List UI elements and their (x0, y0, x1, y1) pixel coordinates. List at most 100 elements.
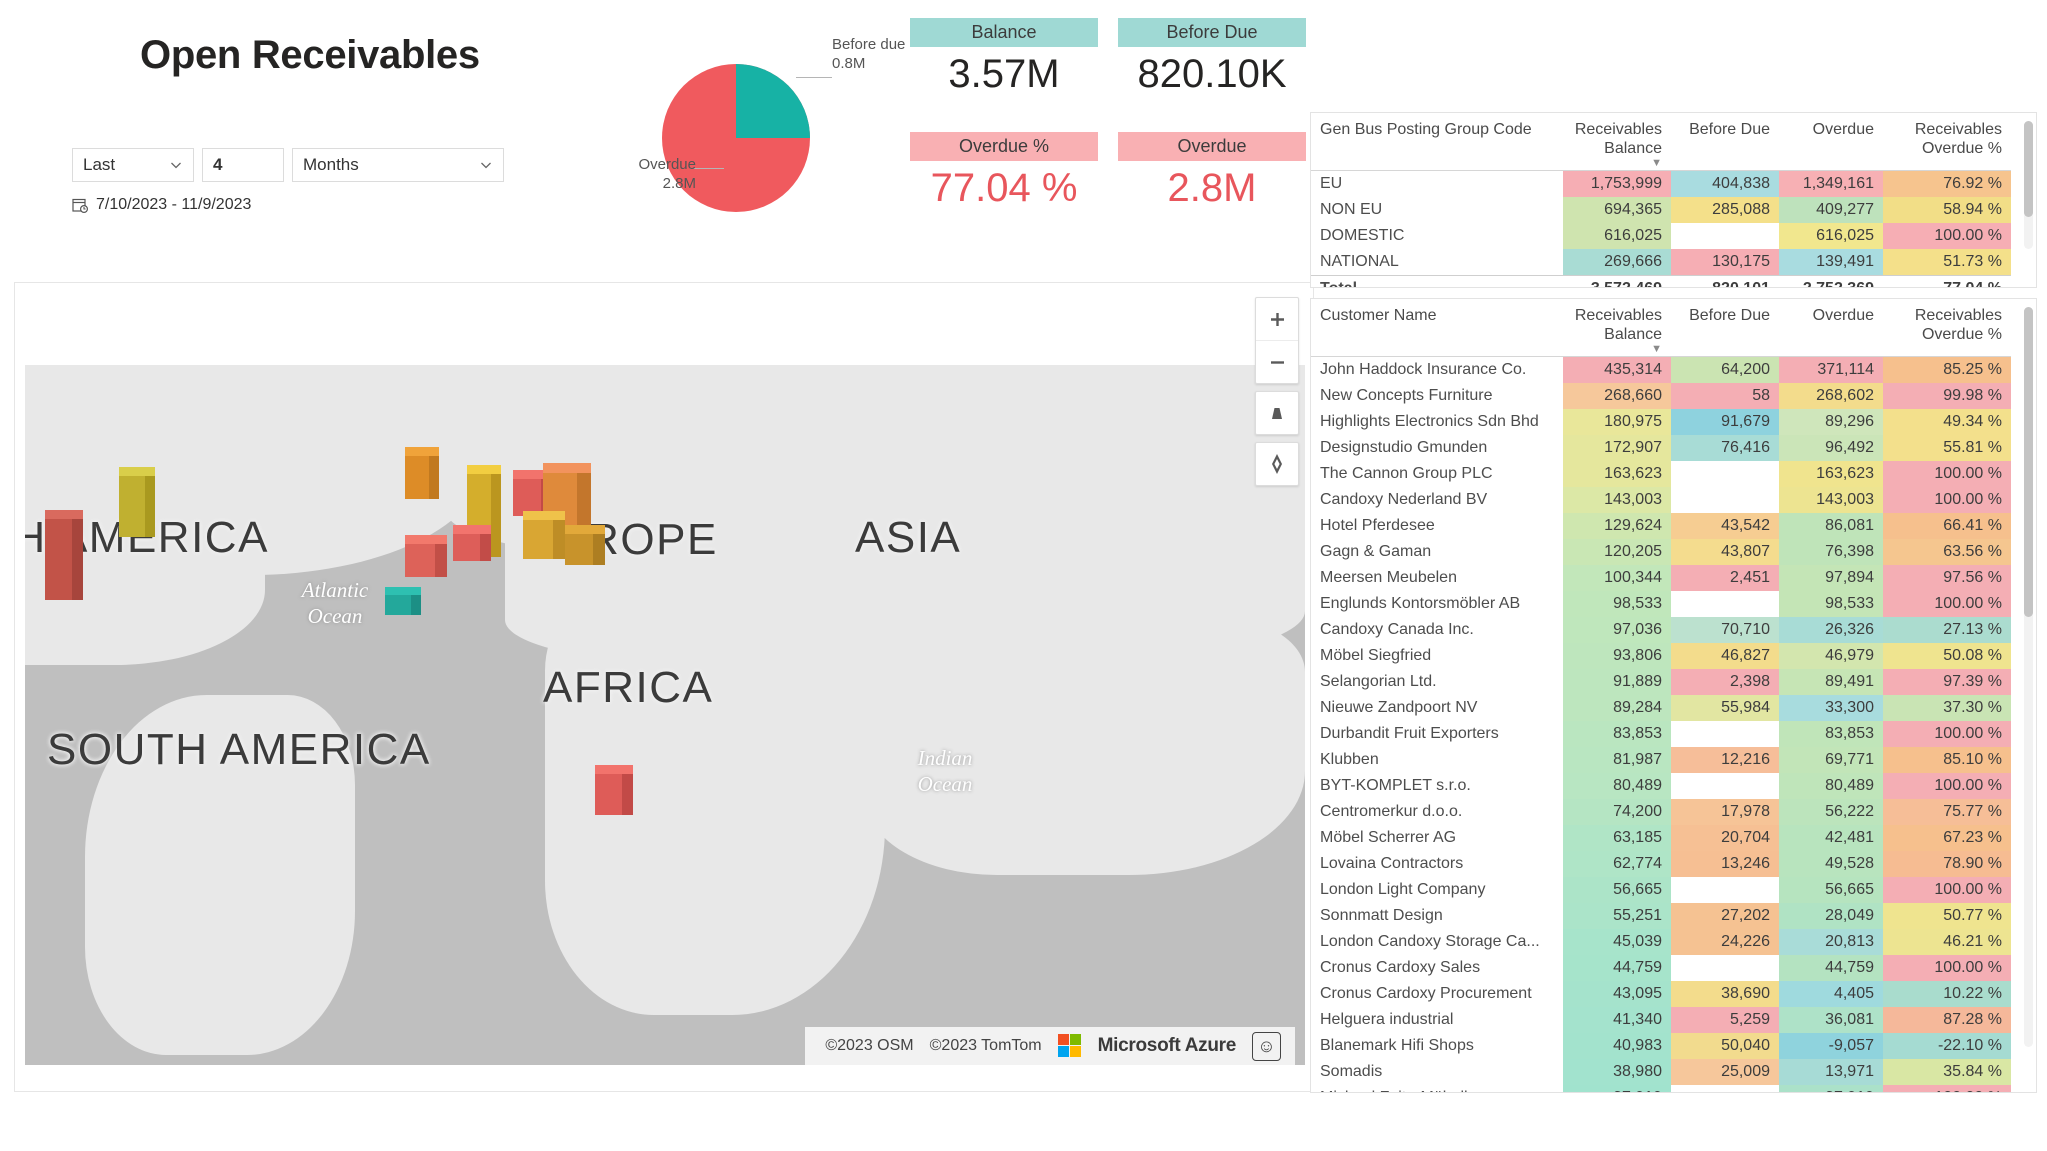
cell-name: BYT-KOMPLET s.r.o. (1311, 773, 1563, 799)
table-row[interactable]: Designstudio Gmunden172,90776,41696,4925… (1311, 435, 2011, 461)
table-row[interactable]: Selangorian Ltd.91,8892,39889,49197.39 % (1311, 669, 2011, 695)
kpi-card-balance[interactable]: Balance 3.57M (910, 18, 1098, 101)
col-header-overdue[interactable]: Overdue (1779, 113, 1883, 170)
table-row[interactable]: The Cannon Group PLC163,623163,623100.00… (1311, 461, 2011, 487)
map-canvas[interactable]: TH AMERICA EUROPE ASIA AFRICA SOUTH AMER… (25, 365, 1305, 1065)
page-title: Open Receivables (140, 33, 480, 78)
table-row[interactable]: Meersen Meubelen100,3442,45197,89497.56 … (1311, 565, 2011, 591)
table-row[interactable]: NON EU694,365285,088409,27758.94 % (1311, 197, 2011, 223)
table-row[interactable]: Möbel Siegfried93,80646,82746,97950.08 % (1311, 643, 2011, 669)
cell-before-due: 38,690 (1671, 981, 1779, 1007)
table-row[interactable]: Möbel Scherrer AG63,18520,70442,48167.23… (1311, 825, 2011, 851)
relative-date-slicer[interactable]: Last 4 Months (72, 148, 504, 182)
customer-scrollbar-thumb[interactable] (2024, 307, 2033, 617)
map-bar-marker[interactable] (565, 525, 605, 565)
zoom-out-icon[interactable] (1256, 340, 1298, 383)
cell-overdue-pct: 78.90 % (1883, 851, 2011, 877)
col-header-before-due[interactable]: Before Due (1671, 299, 1779, 356)
cell-overdue: 96,492 (1779, 435, 1883, 461)
table-row[interactable]: London Light Company56,66556,665100.00 % (1311, 877, 2011, 903)
cell-overdue: 76,398 (1779, 539, 1883, 565)
table-row[interactable]: Cronus Cardoxy Sales44,75944,759100.00 % (1311, 955, 2011, 981)
pitch-icon[interactable] (1256, 392, 1298, 434)
table-row[interactable]: Lovaina Contractors62,77413,24649,52878.… (1311, 851, 2011, 877)
table-row[interactable]: Helguera industrial41,3405,25936,08187.2… (1311, 1007, 2011, 1033)
col-header-overdue[interactable]: Overdue (1779, 299, 1883, 356)
date-mode-dropdown[interactable]: Last (72, 148, 194, 182)
col-header-overdue-pct[interactable]: Receivables Overdue % (1883, 299, 2011, 356)
col-header-before-due[interactable]: Before Due (1671, 113, 1779, 170)
cell-balance: 616,025 (1563, 223, 1671, 249)
cell-name: Englunds Kontorsmöbler AB (1311, 591, 1563, 617)
table-row[interactable]: Centromerkur d.o.o.74,20017,97856,22275.… (1311, 799, 2011, 825)
table-row[interactable]: Gagn & Gaman120,20543,80776,39863.56 % (1311, 539, 2011, 565)
col-header-balance[interactable]: Receivables Balance ▼ (1563, 299, 1671, 356)
cell-overdue: 163,623 (1779, 461, 1883, 487)
table-row[interactable]: London Candoxy Storage Ca...45,03924,226… (1311, 929, 2011, 955)
receivables-pie-chart[interactable]: Before due 0.8M Overdue 2.8M (628, 30, 938, 220)
gen-bus-posting-group-table[interactable]: Gen Bus Posting Group Code Receivables B… (1310, 112, 2037, 288)
map-bar-marker[interactable] (119, 467, 155, 537)
map-pitch-group[interactable] (1255, 391, 1299, 435)
map-bar-marker[interactable] (595, 765, 633, 815)
table-row[interactable]: Sonnmatt Design55,25127,20228,04950.77 % (1311, 903, 2011, 929)
table-row[interactable]: EU1,753,999404,8381,349,16176.92 % (1311, 170, 2011, 197)
kpi-card-overdue-pct[interactable]: Overdue % 77.04 % (910, 132, 1098, 215)
table-row[interactable]: Highlights Electronics Sdn Bhd180,97591,… (1311, 409, 2011, 435)
map-zoom-group[interactable] (1255, 297, 1299, 384)
table-row[interactable]: Somadis38,98025,00913,97135.84 % (1311, 1059, 2011, 1085)
cell-overdue-pct: 50.08 % (1883, 643, 2011, 669)
cell-name: Centromerkur d.o.o. (1311, 799, 1563, 825)
kpi-card-overdue[interactable]: Overdue 2.8M (1118, 132, 1306, 215)
map-bar-marker[interactable] (385, 587, 421, 615)
cell-before-due: 58 (1671, 383, 1779, 409)
table-row[interactable]: NATIONAL269,666130,175139,49151.73 % (1311, 249, 2011, 276)
cell-overdue-pct: 100.00 % (1883, 487, 2011, 513)
customer-table[interactable]: Customer Name Receivables Balance ▼ Befo… (1310, 298, 2037, 1093)
table-row[interactable]: DOMESTIC616,025616,025100.00 % (1311, 223, 2011, 249)
date-unit-dropdown[interactable]: Months (292, 148, 504, 182)
col-header-group-code[interactable]: Gen Bus Posting Group Code (1311, 113, 1563, 170)
cell-name: EU (1311, 170, 1563, 197)
gbpg-scrollbar-thumb[interactable] (2024, 121, 2033, 217)
table-row[interactable]: Cronus Cardoxy Procurement43,09538,6904,… (1311, 981, 2011, 1007)
cell-before-due: 43,542 (1671, 513, 1779, 539)
compass-icon[interactable] (1256, 443, 1298, 485)
table-row[interactable]: Blanemark Hifi Shops40,98350,040-9,057-2… (1311, 1033, 2011, 1059)
col-header-balance[interactable]: Receivables Balance ▼ (1563, 113, 1671, 170)
map-compass-group[interactable] (1255, 442, 1299, 486)
map-visual[interactable]: TH AMERICA EUROPE ASIA AFRICA SOUTH AMER… (14, 282, 1314, 1092)
cell-balance: 120,205 (1563, 539, 1671, 565)
table-row[interactable]: New Concepts Furniture268,66058268,60299… (1311, 383, 2011, 409)
map-label-south-america: SOUTH AMERICA (47, 725, 431, 775)
map-controls[interactable] (1255, 297, 1299, 493)
cell-balance: 172,907 (1563, 435, 1671, 461)
cell-overdue: 33,300 (1779, 695, 1883, 721)
col-header-customer-name[interactable]: Customer Name (1311, 299, 1563, 356)
map-bar-marker[interactable] (405, 535, 447, 577)
table-row[interactable]: Klubben81,98712,21669,77185.10 % (1311, 747, 2011, 773)
chevron-down-icon (169, 158, 183, 172)
zoom-in-icon[interactable] (1256, 298, 1298, 340)
map-bar-marker[interactable] (523, 511, 565, 559)
map-bar-marker[interactable] (453, 525, 491, 561)
date-count-input[interactable]: 4 (202, 148, 284, 182)
feedback-smiley-icon[interactable]: ☺ (1252, 1032, 1281, 1061)
table-row[interactable]: Michael Feit - Möbelhaus37,91937,919100.… (1311, 1085, 2011, 1093)
cell-overdue-pct: 55.81 % (1883, 435, 2011, 461)
table-row[interactable]: Candoxy Nederland BV143,003143,003100.00… (1311, 487, 2011, 513)
table-row[interactable]: Nieuwe Zandpoort NV89,28455,98433,30037.… (1311, 695, 2011, 721)
map-bar-marker[interactable] (45, 510, 83, 600)
table-row[interactable]: John Haddock Insurance Co.435,31464,2003… (1311, 356, 2011, 383)
cell-name: Gagn & Gaman (1311, 539, 1563, 565)
col-header-overdue-pct[interactable]: Receivables Overdue % (1883, 113, 2011, 170)
table-row[interactable]: Candoxy Canada Inc.97,03670,71026,32627.… (1311, 617, 2011, 643)
cell-overdue-pct: 100.00 % (1883, 1085, 2011, 1093)
kpi-card-before-due[interactable]: Before Due 820.10K (1118, 18, 1306, 101)
map-bar-marker[interactable] (405, 447, 439, 499)
table-row[interactable]: Hotel Pferdesee129,62443,54286,08166.41 … (1311, 513, 2011, 539)
table-row[interactable]: Durbandit Fruit Exporters83,85383,853100… (1311, 721, 2011, 747)
table-row[interactable]: BYT-KOMPLET s.r.o.80,48980,489100.00 % (1311, 773, 2011, 799)
table-row[interactable]: Englunds Kontorsmöbler AB98,53398,533100… (1311, 591, 2011, 617)
cell-balance: 1,753,999 (1563, 170, 1671, 197)
